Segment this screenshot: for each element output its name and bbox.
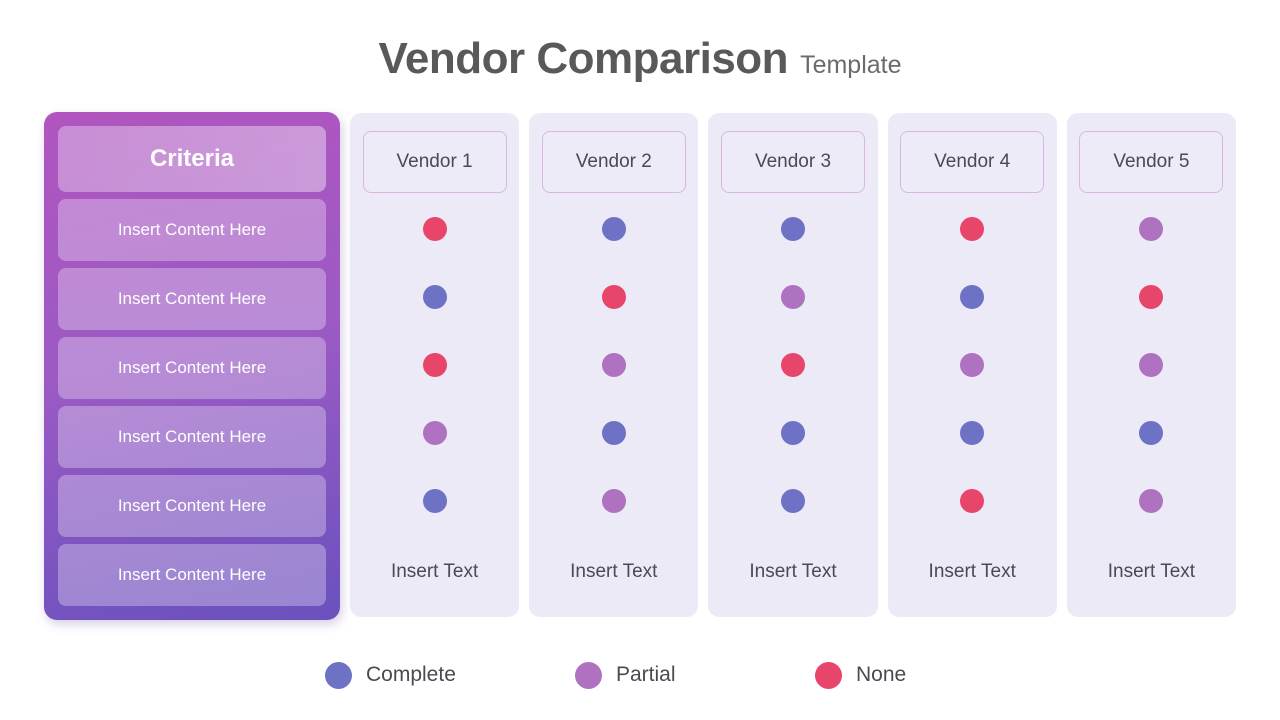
status-dot-partial[interactable] <box>601 353 626 377</box>
criteria-panel: Criteria Insert Content Here Insert Conte… <box>44 112 340 620</box>
vendor-column: Vendor 2 Insert Text <box>529 113 699 617</box>
vendor-footer-text[interactable]: Insert Text <box>1108 527 1195 617</box>
slide-canvas: Vendor Comparison Template Criteria Inser… <box>0 0 1280 720</box>
status-dot-group <box>1139 217 1164 513</box>
vendor-columns: Vendor 1 Insert Text Vendor 2 Insert Text Ve… <box>350 113 1237 617</box>
status-dot-partial[interactable] <box>422 421 447 445</box>
vendor-column: Vendor 5 Insert Text <box>1066 113 1237 617</box>
legend: Complete Partial None <box>325 658 945 692</box>
status-dot-group <box>960 217 985 513</box>
criteria-row[interactable]: Insert Content Here <box>58 199 326 261</box>
criteria-row[interactable]: Insert Content Here <box>58 475 326 537</box>
vendor-footer-text[interactable]: Insert Text <box>570 527 657 617</box>
status-dot-partial[interactable] <box>1139 217 1164 241</box>
status-dot-group <box>422 217 447 513</box>
status-dot-none[interactable] <box>422 217 447 241</box>
vendor-footer-text[interactable]: Insert Text <box>929 527 1016 617</box>
status-dot-complete[interactable] <box>601 421 626 445</box>
status-dot-none[interactable] <box>601 285 626 309</box>
vendor-footer-text[interactable]: Insert Text <box>749 527 836 617</box>
legend-item: None <box>815 661 907 689</box>
criteria-row[interactable]: Insert Content Here <box>58 268 326 330</box>
status-dot-complete[interactable] <box>781 489 805 513</box>
legend-dot-none <box>815 661 842 689</box>
status-dot-none[interactable] <box>960 489 985 513</box>
status-dot-complete[interactable] <box>422 285 447 309</box>
vendor-column: Vendor 1 Insert Text <box>350 113 520 617</box>
status-dot-partial[interactable] <box>1139 353 1164 377</box>
legend-label: Complete <box>366 663 456 686</box>
status-dot-complete[interactable] <box>601 217 626 241</box>
legend-item: Partial <box>575 661 815 689</box>
status-dot-complete[interactable] <box>1139 421 1164 445</box>
status-dot-none[interactable] <box>422 353 447 377</box>
status-dot-none[interactable] <box>781 353 805 377</box>
vendor-column: Vendor 3 Insert Text <box>708 113 878 617</box>
status-dot-group <box>601 217 626 513</box>
status-dot-complete[interactable] <box>422 489 447 513</box>
status-dot-complete[interactable] <box>960 285 985 309</box>
legend-dot-complete <box>325 661 352 689</box>
page-title-main: Vendor Comparison <box>378 34 789 83</box>
criteria-row[interactable]: Insert Content Here <box>58 544 326 606</box>
status-dot-partial[interactable] <box>960 353 985 377</box>
legend-label: Partial <box>616 663 676 686</box>
criteria-row[interactable]: Insert Content Here <box>58 337 326 399</box>
status-dot-group <box>781 217 805 513</box>
status-dot-none[interactable] <box>960 217 985 241</box>
vendor-column: Vendor 4 Insert Text <box>887 113 1057 617</box>
page-title: Vendor Comparison Template <box>0 34 1280 84</box>
legend-dot-partial <box>575 661 602 689</box>
legend-label: None <box>856 663 907 686</box>
criteria-row[interactable]: Insert Content Here <box>58 406 326 468</box>
status-dot-partial[interactable] <box>1139 489 1164 513</box>
vendor-header[interactable]: Vendor 2 <box>541 131 686 193</box>
status-dot-none[interactable] <box>1139 285 1164 309</box>
status-dot-complete[interactable] <box>960 421 985 445</box>
status-dot-partial[interactable] <box>601 489 626 513</box>
vendor-footer-text[interactable]: Insert Text <box>391 527 478 617</box>
legend-item: Complete <box>325 661 575 689</box>
status-dot-complete[interactable] <box>781 421 805 445</box>
criteria-header-card: Criteria <box>58 126 326 192</box>
vendor-header[interactable]: Vendor 3 <box>721 131 865 193</box>
status-dot-complete[interactable] <box>781 217 805 241</box>
status-dot-partial[interactable] <box>781 285 805 309</box>
page-title-sub: Template <box>800 51 902 79</box>
vendor-header[interactable]: Vendor 1 <box>362 131 507 193</box>
vendor-header[interactable]: Vendor 5 <box>1079 131 1224 193</box>
vendor-header[interactable]: Vendor 4 <box>900 131 1045 193</box>
